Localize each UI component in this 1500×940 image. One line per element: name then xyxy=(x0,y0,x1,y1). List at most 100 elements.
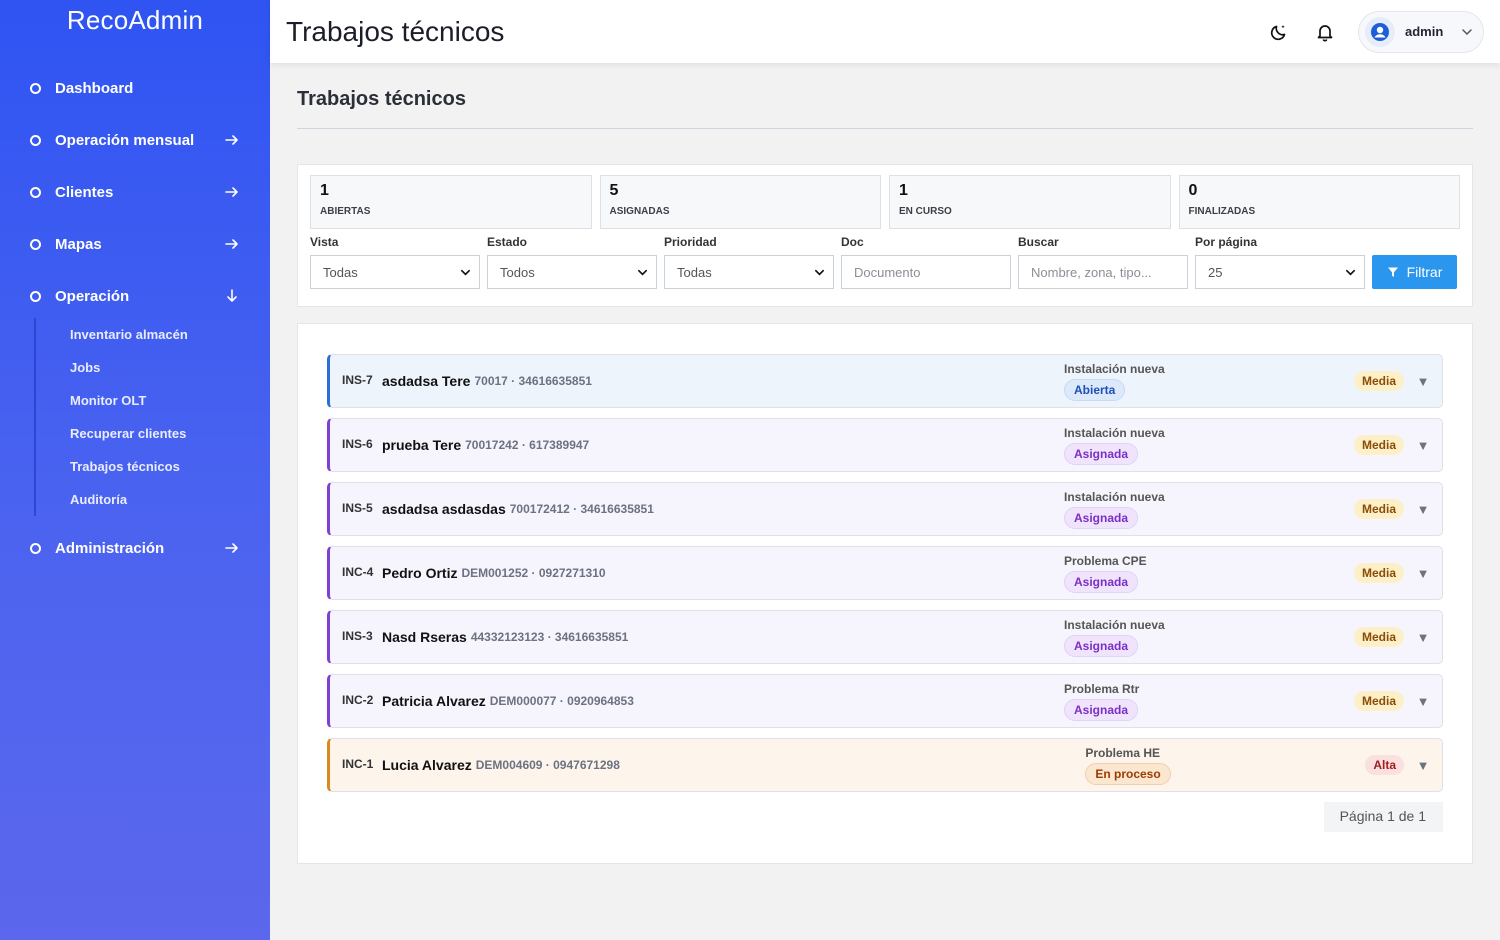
stat-label: FINALIZADAS xyxy=(1188,206,1256,217)
stat-finalizadas[interactable]: 0 FINALIZADAS xyxy=(1178,175,1460,229)
stat-label: ABIERTAS xyxy=(320,206,371,217)
status-badge: Asignada xyxy=(1063,506,1138,529)
expand-caret-icon[interactable]: ▼ xyxy=(1416,630,1430,645)
sidebar-item-label: Operación xyxy=(55,287,130,305)
sidebar-item-mapas[interactable]: Mapas xyxy=(0,218,270,270)
doc-input[interactable]: Documento xyxy=(841,255,1011,289)
prioridad-select[interactable]: Todas xyxy=(664,255,834,289)
job-row[interactable]: INC-1 Lucia Alvarez DEM004609 · 09476712… xyxy=(327,738,1443,792)
sidebar-item-label: Clientes xyxy=(55,183,114,201)
job-type: Problema Rtr xyxy=(1063,681,1140,696)
filter-label: Vista xyxy=(310,235,339,249)
title-divider xyxy=(297,128,1473,129)
status-badge: Asignada xyxy=(1063,698,1138,721)
filter-button[interactable]: Filtrar xyxy=(1372,255,1457,289)
estado-select[interactable]: Todos xyxy=(487,255,657,289)
chevron-down-icon xyxy=(638,269,647,276)
sidebar-subitem-recuperar-clientes[interactable]: Recuperar clientes xyxy=(70,417,270,450)
job-row[interactable]: INS-6 prueba Tere 70017242 · 617389947 I… xyxy=(327,418,1443,472)
priority-badge: Media xyxy=(1353,435,1404,455)
sidebar-item-operacion[interactable]: Operación xyxy=(0,270,270,322)
priority-badge: Media xyxy=(1353,371,1404,391)
sidebar-subitem-inventario[interactable]: Inventario almacén xyxy=(70,318,270,351)
avatar xyxy=(1365,16,1395,47)
job-client-name: asdadsa Tere xyxy=(382,373,471,389)
sidebar-item-administracion[interactable]: Administración xyxy=(0,522,270,574)
job-meta: 44332123123 · 34616635851 xyxy=(470,630,629,644)
sidebar-item-label: Administración xyxy=(55,539,165,557)
status-badge: Asignada xyxy=(1063,442,1138,465)
job-code: INS-5 xyxy=(342,500,373,515)
chevron-down-icon xyxy=(815,269,824,276)
search-input[interactable]: Nombre, zona, tipo... xyxy=(1018,255,1188,289)
sidebar-item-label: Mapas xyxy=(55,235,102,253)
sidebar-subitem-monitor-olt[interactable]: Monitor OLT xyxy=(70,384,270,417)
job-row[interactable]: INS-5 asdadsa asdasdas 700172412 · 34616… xyxy=(327,482,1443,536)
job-meta: 70017242 · 617389947 xyxy=(465,438,590,452)
job-meta: 70017 · 34616635851 xyxy=(474,374,592,388)
select-value: Todas xyxy=(677,264,712,280)
job-meta: DEM004609 · 0947671298 xyxy=(475,758,620,772)
chevron-down-icon xyxy=(461,269,470,276)
job-type: Instalación nueva xyxy=(1063,489,1165,504)
job-row[interactable]: INC-2 Patricia Alvarez DEM000077 · 09209… xyxy=(327,674,1443,728)
job-type: Problema HE xyxy=(1085,745,1161,760)
arrow-right-icon xyxy=(225,135,238,145)
expand-caret-icon[interactable]: ▼ xyxy=(1416,438,1430,453)
chevron-down-icon xyxy=(1346,269,1355,276)
sidebar-subitem-jobs[interactable]: Jobs xyxy=(70,351,270,384)
sidebar-subitem-trabajos-tecnicos[interactable]: Trabajos técnicos xyxy=(70,450,270,483)
stats-row: 1 ABIERTAS 5 ASIGNADAS 1 EN CURSO 0 FINA… xyxy=(310,175,1460,229)
expand-caret-icon[interactable]: ▼ xyxy=(1416,566,1430,581)
stat-abiertas[interactable]: 1 ABIERTAS xyxy=(310,175,592,229)
job-row[interactable]: INC-4 Pedro Ortiz DEM001252 · 0927271310… xyxy=(327,546,1443,600)
sidebar-item-dashboard[interactable]: Dashboard xyxy=(0,62,270,114)
job-type-status: Problema CPE Asignada xyxy=(1063,553,1354,593)
filter-prioridad: Prioridad Todas xyxy=(664,235,834,289)
arrow-down-icon xyxy=(227,289,237,302)
per-page-select[interactable]: 25 xyxy=(1195,255,1365,289)
vista-select[interactable]: Todas xyxy=(310,255,480,289)
stat-value: 1 xyxy=(320,182,329,199)
stat-label: ASIGNADAS xyxy=(609,206,670,217)
filter-label: Buscar xyxy=(1018,235,1059,249)
job-code: INS-7 xyxy=(342,372,373,387)
status-badge: Asignada xyxy=(1063,634,1138,657)
circle-icon xyxy=(30,238,41,250)
dark-mode-toggle[interactable] xyxy=(1268,21,1290,43)
expand-caret-icon[interactable]: ▼ xyxy=(1416,694,1430,709)
stat-asignadas[interactable]: 5 ASIGNADAS xyxy=(599,175,881,229)
select-value: Todos xyxy=(500,264,535,280)
arrow-right-icon xyxy=(225,543,238,553)
job-type: Instalación nueva xyxy=(1063,425,1165,440)
filter-icon xyxy=(1387,267,1398,277)
job-row[interactable]: INS-7 asdadsa Tere 70017 · 34616635851 I… xyxy=(327,354,1443,408)
priority-badge: Media xyxy=(1353,563,1404,583)
job-row[interactable]: INS-3 Nasd Rseras 44332123123 · 34616635… xyxy=(327,610,1443,664)
brand-logo[interactable]: RecoAdmin xyxy=(0,0,270,44)
job-type: Instalación nueva xyxy=(1063,361,1165,376)
status-badge: Abierta xyxy=(1063,378,1126,401)
moon-icon xyxy=(1270,24,1286,40)
job-type-status: Instalación nueva Asignada xyxy=(1063,489,1354,529)
user-menu[interactable]: admin xyxy=(1358,10,1484,53)
arrow-right-icon xyxy=(225,239,238,249)
expand-caret-icon[interactable]: ▼ xyxy=(1416,758,1430,773)
job-type-status: Problema Rtr Asignada xyxy=(1063,681,1354,721)
notifications-button[interactable] xyxy=(1314,21,1336,43)
sidebar-item-operacion-mensual[interactable]: Operación mensual xyxy=(0,114,270,166)
expand-caret-icon[interactable]: ▼ xyxy=(1416,374,1430,389)
job-type: Problema CPE xyxy=(1063,553,1147,568)
sidebar-subitem-auditoria[interactable]: Auditoría xyxy=(70,483,270,516)
circle-icon xyxy=(30,134,41,146)
sidebar-item-clientes[interactable]: Clientes xyxy=(0,166,270,218)
stat-en-curso[interactable]: 1 EN CURSO xyxy=(889,175,1171,229)
job-client-name: Lucia Alvarez xyxy=(382,757,472,773)
pagination: Página 1 de 1 xyxy=(327,802,1443,832)
job-client-name: Pedro Ortiz xyxy=(382,565,458,581)
sidebar: RecoAdmin Dashboard Operación mensual Cl… xyxy=(0,0,270,940)
status-badge: En proceso xyxy=(1085,762,1171,785)
stat-value: 0 xyxy=(1188,182,1198,199)
job-type: Instalación nueva xyxy=(1063,617,1165,632)
expand-caret-icon[interactable]: ▼ xyxy=(1416,502,1430,517)
